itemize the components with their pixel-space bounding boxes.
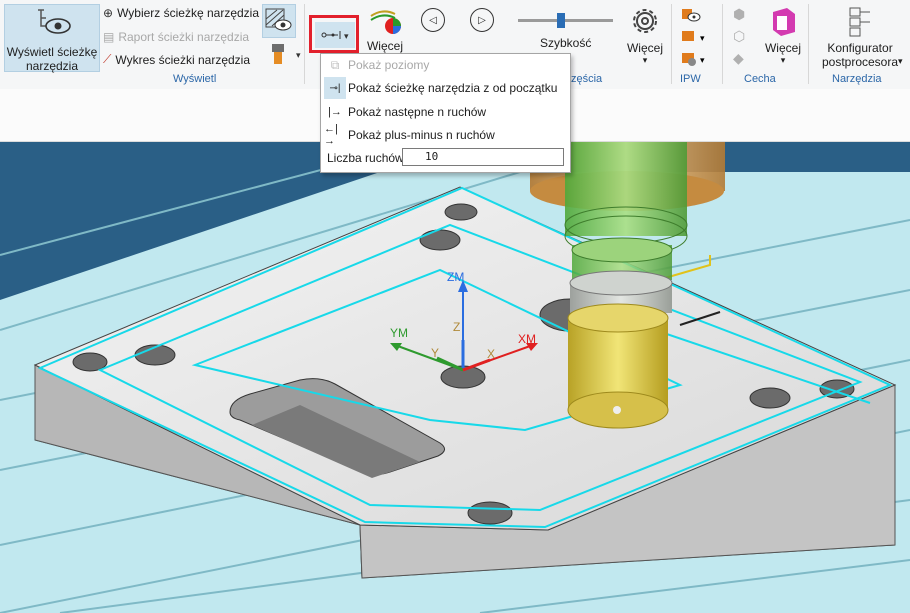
feature-icon-1: ⬢ — [733, 6, 746, 22]
more-settings-label: Więcej — [626, 41, 663, 55]
ipw-cube-icon: ▾ — [682, 31, 705, 43]
levels-icon: ⧉ — [330, 57, 340, 72]
next-n-icon: |→ — [328, 106, 342, 118]
axis-y-label: Y — [431, 346, 440, 360]
svg-text:▾: ▾ — [296, 50, 301, 60]
ipw-button-3[interactable]: ▾ — [680, 50, 710, 68]
from-start-icon: ⊸| — [324, 77, 346, 99]
toolpath-chart-button[interactable]: ⟋ Wykres ścieżki narzędzia — [103, 52, 250, 67]
ipw-button-1[interactable] — [680, 6, 710, 24]
menu-item-show-plus-minus[interactable]: ←|→ Pokaż plus-minus n ruchów — [321, 123, 570, 147]
gear-icon — [633, 9, 657, 33]
moves-count-label: Liczba ruchów — [327, 151, 404, 165]
show-toolpath-label: Wyświetl ścieżkę narzędzia — [6, 45, 98, 73]
tool-icon: ▾ — [272, 44, 301, 64]
play-back-button[interactable]: ◁ — [421, 8, 445, 32]
axis-z-label: Z — [453, 320, 461, 334]
group-display-label: Wyświetl — [173, 73, 217, 85]
menu-item-show-plus-minus-label: Pokaż plus-minus n ruchów — [348, 128, 495, 142]
moves-count-input[interactable]: 10 — [402, 148, 564, 166]
show-toolpath-button[interactable]: Wyświetl ścieżkę narzędzia — [4, 4, 100, 73]
feature-button-1[interactable]: ⬢ — [733, 6, 753, 24]
toolpath-eye-icon — [38, 9, 71, 34]
hatch-eye-icon — [265, 8, 292, 31]
select-toolpath-label: Wybierz ścieżkę narzędzia — [117, 6, 260, 20]
configurator-icon — [849, 7, 870, 37]
feature-button-2[interactable]: ⬡ — [733, 28, 753, 46]
select-toolpath-button[interactable]: ⊕ Wybierz ścieżkę narzędzia — [103, 6, 259, 20]
axis-ym-label: YM — [390, 326, 408, 340]
menu-item-show-next-n-label: Pokaż następne n ruchów — [348, 105, 487, 119]
toolpath-report-button[interactable]: ▤ Raport ścieżki narzędzia — [103, 30, 249, 44]
ipw-button-2[interactable]: ▾ — [680, 28, 710, 46]
hatch-display-button[interactable] — [262, 4, 296, 38]
svg-text:▾: ▾ — [700, 55, 705, 65]
menu-item-show-from-start[interactable]: ⊸| Pokaż ścieżkę narzędzia z od początku — [321, 77, 570, 99]
axis-xm-label: XM — [518, 332, 536, 346]
more-display-button[interactable]: Więcej — [363, 6, 407, 53]
speed-slider[interactable] — [518, 19, 613, 22]
group-tools-label: Narzędzia — [832, 73, 882, 85]
ipw-gear-icon: ▾ — [682, 53, 705, 66]
ipw-eye-icon — [682, 9, 701, 22]
postprocessor-configurator-button[interactable]: Konfigurator postprocesora — [812, 4, 908, 69]
feature-icon-2: ⬡ — [733, 28, 746, 44]
menu-item-show-levels[interactable]: ⧉ Pokaż poziomy — [321, 54, 570, 76]
chevron-down-icon: ▾ — [642, 55, 648, 65]
chart-icon: ⟋ — [103, 52, 112, 66]
chevron-down-icon: ▾ — [780, 55, 786, 65]
color-wheel-icon — [370, 10, 401, 34]
speed-slider-thumb[interactable] — [557, 13, 565, 28]
feature-cube-icon — [773, 8, 795, 36]
group-feature-label: Cecha — [744, 73, 776, 85]
axis-x-label: X — [487, 347, 496, 361]
feature-icon-3: ◆ — [733, 50, 744, 66]
report-icon: ▤ — [103, 30, 115, 44]
menu-item-show-next-n[interactable]: |→ Pokaż następne n ruchów — [321, 101, 570, 123]
select-toolpath-icon: ⊕ — [103, 6, 114, 20]
postprocessor-configurator-label: Konfigurator postprocesora — [821, 41, 899, 69]
speed-label: Szybkość — [540, 36, 592, 50]
toolpath-chart-label: Wykres ścieżki narzędzia — [115, 52, 251, 67]
toolpath-report-label: Raport ścieżki narzędzia — [118, 30, 250, 44]
chevron-down-icon: ▾ — [898, 56, 903, 66]
group-partial-label: zęścia — [571, 73, 603, 85]
plus-minus-icon: ←|→ — [324, 123, 338, 147]
more-feature-label: Więcej — [764, 41, 801, 55]
svg-text:▾: ▾ — [700, 33, 705, 43]
more-display-label: Więcej — [366, 39, 403, 53]
group-ipw-label: IPW — [680, 73, 701, 85]
more-settings-button[interactable]: Więcej ▾ — [622, 4, 668, 66]
3d-viewport[interactable] — [0, 141, 910, 613]
highlight-box — [309, 15, 359, 53]
menu-item-show-levels-label: Pokaż poziomy — [348, 58, 430, 72]
feature-button-3[interactable]: ◆ — [733, 50, 753, 68]
more-feature-button[interactable]: Więcej ▾ — [760, 4, 806, 66]
triangle-right-icon: ▷ — [478, 14, 486, 26]
axis-zm-label: ZM — [447, 270, 465, 284]
menu-item-show-from-start-label: Pokaż ścieżkę narzędzia z od początku — [348, 81, 558, 95]
triangle-left-icon: ◁ — [429, 14, 437, 26]
toolpath-mode-dropdown-menu: ⧉ Pokaż poziomy ⊸| Pokaż ścieżkę narzędz… — [320, 53, 571, 173]
tool-display-button[interactable]: ▾ — [266, 42, 306, 66]
play-forward-button[interactable]: ▷ — [470, 8, 494, 32]
